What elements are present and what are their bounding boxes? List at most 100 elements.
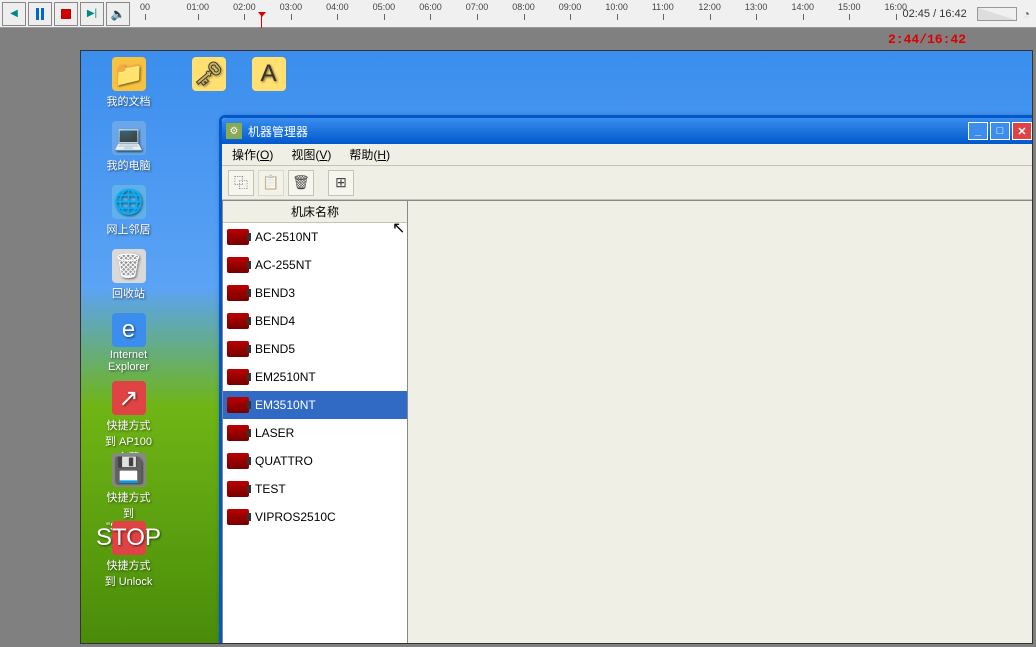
icon-label: 我的电脑 bbox=[101, 157, 156, 173]
delete-button[interactable]: 🗑 bbox=[288, 170, 314, 196]
icon-glyph: 🗑 bbox=[112, 249, 146, 283]
icon-label: 回收站 bbox=[101, 285, 156, 301]
machine-icon bbox=[227, 369, 249, 385]
machine-icon bbox=[227, 509, 249, 525]
app-icon: ⚙ bbox=[226, 123, 242, 139]
icon-glyph: 🌐 bbox=[112, 185, 146, 219]
app-window: ⚙ 机器管理器 _ □ ✕ 操作(O)视图(V)帮助(H) ↖ ⿻ 📋 🗑 ⊞ … bbox=[219, 115, 1033, 644]
tick: 00 bbox=[140, 2, 150, 12]
machine-icon bbox=[227, 341, 249, 357]
machine-name: BEND4 bbox=[255, 314, 295, 328]
tick: 10:00 bbox=[605, 2, 628, 12]
machine-name: TEST bbox=[255, 482, 286, 496]
icon-glyph: 💾 bbox=[112, 453, 146, 487]
icon-label: Internet Explorer bbox=[101, 349, 156, 373]
machine-name: BEND5 bbox=[255, 342, 295, 356]
copy-button[interactable]: ⿻ bbox=[228, 170, 254, 196]
pause-icon bbox=[36, 8, 44, 20]
close-button[interactable]: ✕ bbox=[1012, 122, 1032, 140]
icon-glyph: STOP bbox=[112, 521, 146, 555]
tick: 01:00 bbox=[187, 2, 210, 12]
player-toolbar: ◀ ▶| 🔈 0001:0002:0003:0004:0005:0006:000… bbox=[0, 0, 1036, 28]
icon-label: 网上邻居 bbox=[101, 221, 156, 237]
icon-label: 快捷方式 到 Unlock bbox=[101, 557, 156, 589]
machine-icon bbox=[227, 453, 249, 469]
titlebar[interactable]: ⚙ 机器管理器 _ □ ✕ bbox=[222, 118, 1033, 144]
menu-item[interactable]: 操作(O) bbox=[228, 144, 277, 165]
menu-item[interactable]: 视图(V) bbox=[287, 144, 335, 165]
list-item[interactable]: TEST bbox=[223, 475, 407, 503]
machine-icon bbox=[227, 481, 249, 497]
speaker-icon: 🔈 bbox=[111, 7, 126, 21]
desktop-icon[interactable]: eInternet Explorer bbox=[101, 313, 156, 373]
machine-icon bbox=[227, 285, 249, 301]
machine-list-pane: 机床名称 AC-2510NT AC-255NT BEND3 BEND4 BEND5 EM2… bbox=[222, 200, 408, 644]
desktop-icon[interactable]: 🗑 回收站 bbox=[101, 249, 156, 301]
icon-glyph: ↗ bbox=[112, 381, 146, 415]
detail-pane bbox=[408, 200, 1033, 644]
machine-name: AC-2510NT bbox=[255, 230, 318, 244]
desktop-icon[interactable]: 🌐 网上邻居 bbox=[101, 185, 156, 237]
machine-icon bbox=[227, 397, 249, 413]
position-marker[interactable] bbox=[261, 16, 262, 28]
machine-name: QUATTRO bbox=[255, 454, 313, 468]
machine-icon bbox=[227, 425, 249, 441]
list-item[interactable]: EM3510NT bbox=[223, 391, 407, 419]
list-item[interactable]: BEND4 bbox=[223, 307, 407, 335]
machine-name: AC-255NT bbox=[255, 258, 312, 272]
keys-icon[interactable]: 🗝 bbox=[181, 57, 236, 93]
speaker-button[interactable]: 🔈 bbox=[106, 2, 130, 26]
window-title: 机器管理器 bbox=[248, 123, 968, 140]
next-button[interactable]: ▶| bbox=[80, 2, 104, 26]
app-shortcut-icon[interactable]: A bbox=[241, 57, 296, 93]
tick: 09:00 bbox=[559, 2, 582, 12]
minimize-button[interactable]: _ bbox=[968, 122, 988, 140]
tick: 15:00 bbox=[838, 2, 861, 12]
list-item[interactable]: LASER bbox=[223, 419, 407, 447]
tick: 05:00 bbox=[373, 2, 396, 12]
desktop[interactable]: 📁我的文档 💻 我的电脑 🌐 网上邻居 🗑 回收站 eInternet Explorer ↗ 快捷… bbox=[80, 50, 1033, 644]
list-item[interactable]: AC-2510NT bbox=[223, 223, 407, 251]
stop-button[interactable] bbox=[54, 2, 78, 26]
tick: 08:00 bbox=[512, 2, 535, 12]
machine-name: LASER bbox=[255, 426, 294, 440]
machine-name: EM2510NT bbox=[255, 370, 316, 384]
maximize-button[interactable]: □ bbox=[990, 122, 1010, 140]
desktop-icon[interactable]: 💻 我的电脑 bbox=[101, 121, 156, 173]
paste-button: 📋 bbox=[258, 170, 284, 196]
tick: 14:00 bbox=[791, 2, 814, 12]
machine-icon bbox=[227, 313, 249, 329]
machine-name: BEND3 bbox=[255, 286, 295, 300]
icon-label: 我的文档 bbox=[101, 93, 156, 109]
list-item[interactable]: BEND3 bbox=[223, 279, 407, 307]
tick: 12:00 bbox=[698, 2, 721, 12]
icon-glyph: 💻 bbox=[112, 121, 146, 155]
pause-button[interactable] bbox=[28, 2, 52, 26]
overlay-timestamp: 2:44/16:42 bbox=[888, 32, 966, 47]
desktop-icon[interactable]: 📁我的文档 bbox=[101, 57, 156, 109]
clock-icon: ◔ bbox=[1023, 7, 1030, 21]
stop-icon bbox=[61, 9, 71, 19]
list-item[interactable]: BEND5 bbox=[223, 335, 407, 363]
tick: 06:00 bbox=[419, 2, 442, 12]
desktop-icon[interactable]: STOP快捷方式 到 Unlock bbox=[101, 521, 156, 589]
column-header[interactable]: 机床名称 bbox=[223, 201, 407, 223]
menu-item[interactable]: 帮助(H) bbox=[345, 144, 394, 165]
machine-icon bbox=[227, 229, 249, 245]
toolbar: ⿻ 📋 🗑 ⊞ bbox=[222, 166, 1033, 200]
list-item[interactable]: QUATTRO bbox=[223, 447, 407, 475]
list-item[interactable]: AC-255NT bbox=[223, 251, 407, 279]
next-icon: ▶| bbox=[87, 8, 97, 19]
prev-button[interactable]: ◀ bbox=[2, 2, 26, 26]
machine-list[interactable]: AC-2510NT AC-255NT BEND3 BEND4 BEND5 EM2510NT… bbox=[223, 223, 407, 644]
icon-glyph: e bbox=[112, 313, 146, 347]
tick: 02:00 bbox=[233, 2, 256, 12]
tick: 04:00 bbox=[326, 2, 349, 12]
list-item[interactable]: EM2510NT bbox=[223, 363, 407, 391]
volume-slider[interactable] bbox=[977, 7, 1017, 21]
timeline[interactable]: 0001:0002:0003:0004:0005:0006:0007:0008:… bbox=[140, 2, 885, 26]
properties-button[interactable]: ⊞ bbox=[328, 170, 354, 196]
list-item[interactable]: VIPROS2510C bbox=[223, 503, 407, 531]
tick: 13:00 bbox=[745, 2, 768, 12]
prev-icon: ◀ bbox=[10, 8, 18, 19]
